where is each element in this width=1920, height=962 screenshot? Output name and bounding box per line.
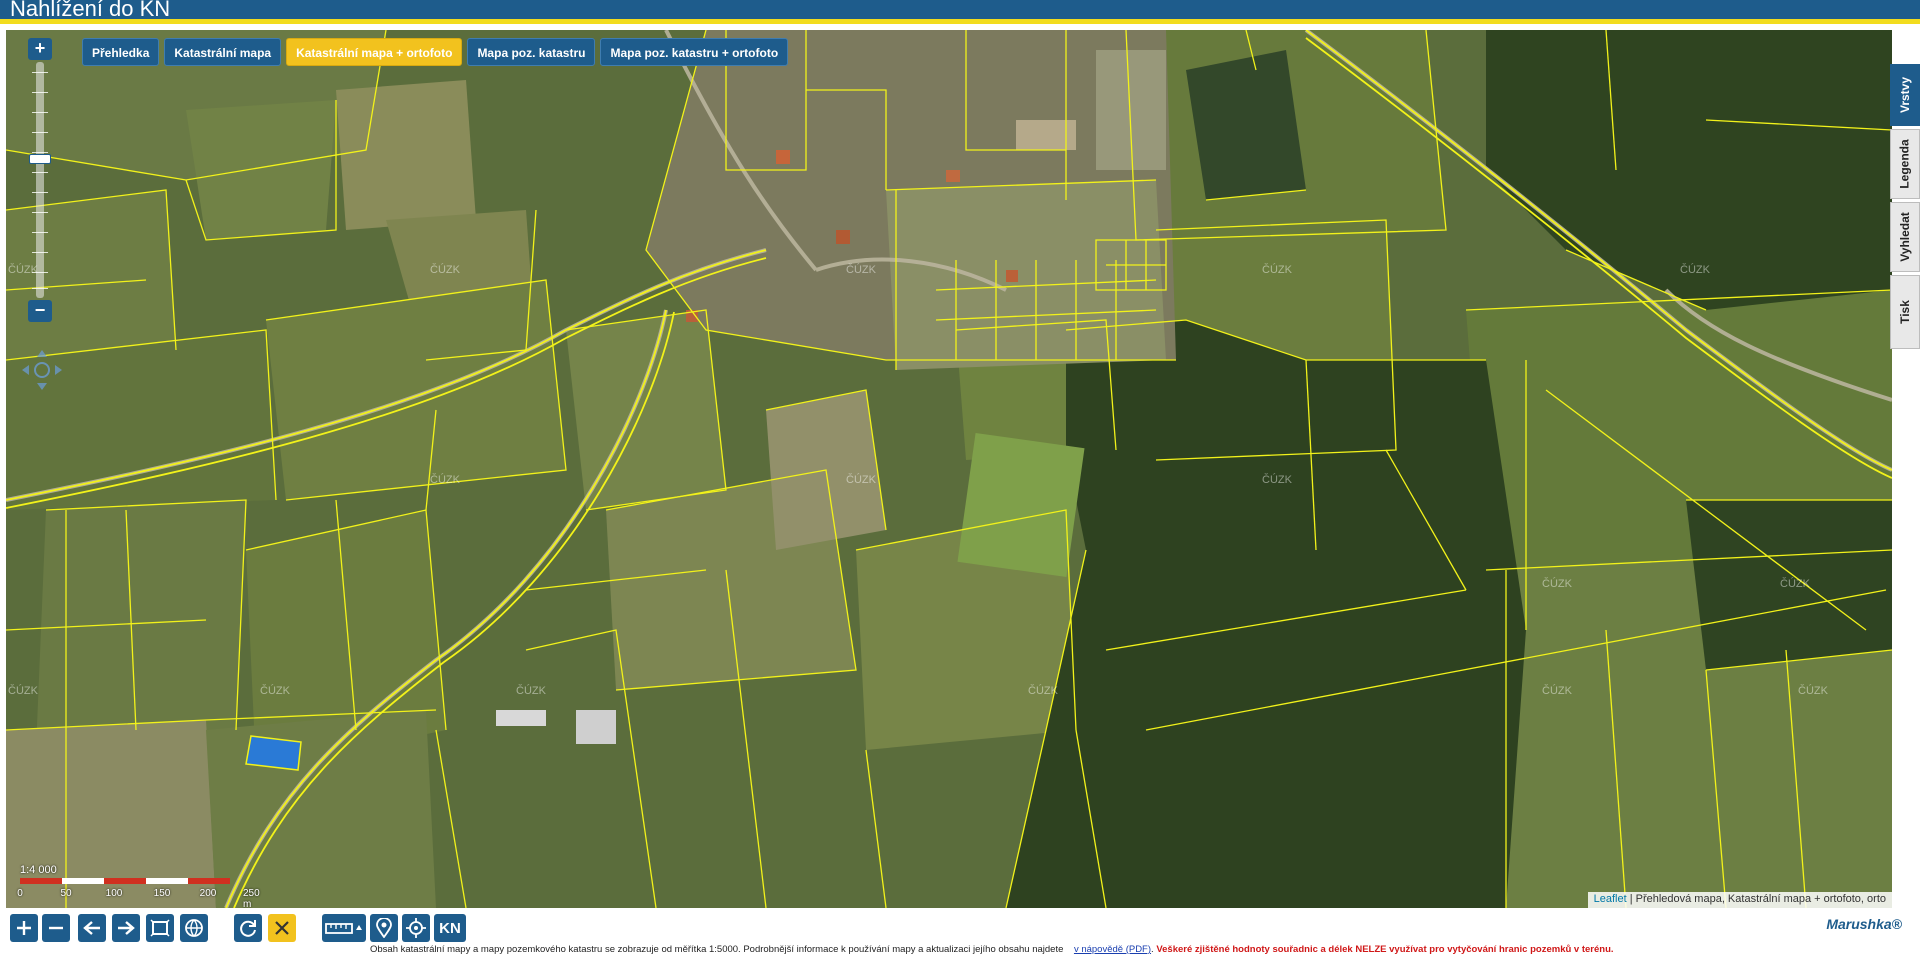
pan-right-icon [55, 365, 62, 375]
zoom-slider-track[interactable] [32, 62, 48, 298]
zoom-control: + − [28, 38, 52, 322]
map-type-katastralni-mapa[interactable]: Katastrální mapa [164, 38, 282, 66]
kn-button[interactable]: KN [434, 914, 466, 942]
clear-icon [275, 921, 289, 935]
watermark: ČÚZK [516, 685, 546, 697]
help-pdf-link[interactable]: v nápovědě (PDF) [1074, 944, 1151, 955]
zoom-slider-handle[interactable] [29, 154, 51, 164]
bottom-toolbar: KN Marushka® Obsah katastrální mapy a ma… [0, 908, 1920, 962]
notice-warning: Veškeré zjištěné hodnoty souřadnic a dél… [1156, 944, 1614, 955]
watermark: ČÚZK [1028, 685, 1058, 697]
zoom-in-button[interactable]: + [28, 38, 52, 60]
watermark: ČÚZK [1262, 474, 1292, 486]
location-pin-icon [376, 918, 392, 938]
watermark: ČÚZK [1262, 264, 1292, 276]
orthophoto-basemap[interactable] [6, 30, 1892, 908]
map-type-switcher: Přehledka Katastrální mapa Katastrální m… [82, 38, 789, 66]
tab-vyhledat[interactable]: Vyhledat [1890, 202, 1920, 272]
notice-text: Obsah katastrální mapy a mapy pozemkovéh… [370, 944, 1614, 955]
zoom-in-icon [17, 921, 31, 935]
measure-icon [325, 923, 362, 934]
scale-label: 0 [17, 888, 23, 899]
target-icon [406, 918, 426, 938]
watermark: ČÚZK [430, 474, 460, 486]
pan-left-icon [22, 365, 29, 375]
forward-tool[interactable] [112, 914, 140, 942]
target-tool[interactable] [402, 914, 430, 942]
scale-ratio: 1:4 000 [20, 864, 57, 876]
map-type-katastralni-mapa-ortofoto[interactable]: Katastrální mapa + ortofoto [286, 38, 463, 66]
attribution-text: | Přehledová mapa, Katastrální mapa + or… [1629, 893, 1886, 905]
zoom-rectangle-tool[interactable] [146, 914, 174, 942]
scale-label: 100 [105, 888, 123, 899]
pan-up-icon [37, 350, 47, 357]
zoom-out-tool[interactable] [42, 914, 70, 942]
brand-logo: Marushka® [1826, 916, 1902, 932]
pan-center-icon [34, 362, 50, 378]
watermark: ČÚZK [1780, 578, 1810, 590]
watermark: ČÚZK [8, 685, 38, 697]
full-extent-tool[interactable] [180, 914, 208, 942]
back-tool[interactable] [78, 914, 106, 942]
location-tool[interactable] [370, 914, 398, 942]
refresh-tool[interactable] [234, 914, 262, 942]
watermark: ČÚZK [846, 474, 876, 486]
leaflet-link[interactable]: Leaflet [1594, 893, 1627, 905]
scale-label: 200 [199, 888, 217, 899]
title-bar: Nahlížení do KN [0, 0, 1920, 24]
tab-legenda[interactable]: Legenda [1890, 129, 1920, 199]
notice-info: Obsah katastrální mapy a mapy pozemkovéh… [370, 944, 1064, 955]
map-attribution: Leaflet | Přehledová mapa, Katastrální m… [1587, 892, 1892, 908]
scale-label: 250 m [243, 888, 260, 908]
zoom-rectangle-icon [150, 919, 170, 937]
scale-label: 50 [60, 888, 72, 899]
pan-down-icon [37, 383, 47, 390]
refresh-icon [240, 920, 256, 937]
zoom-in-tool[interactable] [10, 914, 38, 942]
watermark: ČÚZK [430, 264, 460, 276]
clear-tool[interactable] [268, 914, 296, 942]
watermark: ČÚZK [1798, 685, 1828, 697]
app-title: Nahlížení do KN [10, 0, 171, 21]
zoom-out-icon [49, 926, 63, 930]
watermark: ČÚZK [846, 264, 876, 276]
side-tabs: Vrstvy Legenda Vyhledat Tisk [1890, 64, 1920, 352]
pan-control[interactable] [20, 348, 64, 392]
tab-tisk[interactable]: Tisk [1890, 275, 1920, 349]
tab-vrstvy[interactable]: Vrstvy [1890, 64, 1920, 126]
back-arrow-icon [83, 921, 100, 935]
map-type-mapa-poz-katastru[interactable]: Mapa poz. katastru [467, 38, 596, 66]
watermark: ČÚZK [1680, 264, 1710, 276]
watermark: ČÚZK [260, 685, 290, 697]
scale-bar: 1:4 000 0 50 100 150 200 250 m [16, 864, 276, 908]
watermark: ČÚZK [1542, 578, 1572, 590]
map-type-mapa-poz-katastru-ortofoto[interactable]: Mapa poz. katastru + ortofoto [600, 38, 789, 66]
globe-icon [185, 919, 203, 937]
zoom-out-button[interactable]: − [28, 300, 52, 322]
map-type-prehledka[interactable]: Přehledka [82, 38, 160, 66]
measure-tool[interactable] [322, 914, 366, 942]
scale-label: 150 [153, 888, 171, 899]
watermark: ČÚZK [1542, 685, 1572, 697]
forward-arrow-icon [118, 921, 135, 935]
map-view[interactable]: ČÚZK ČÚZK ČÚZK ČÚZK ČÚZK ČÚZK ČÚZK ČÚZK … [6, 30, 1892, 908]
